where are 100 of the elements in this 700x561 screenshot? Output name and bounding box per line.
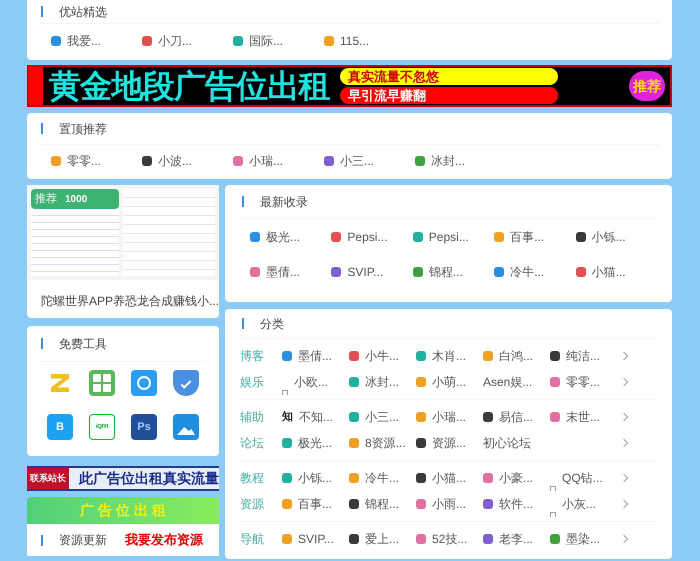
site-logo-icon: [250, 232, 260, 242]
site-logo-icon: [550, 377, 560, 387]
site-logo-icon: [349, 377, 359, 387]
tool-app-icon[interactable]: [131, 370, 157, 396]
site-link[interactable]: 纯洁...: [566, 347, 600, 365]
ad-tag: 联系站长: [27, 468, 69, 489]
site-link[interactable]: 墨染...: [566, 530, 600, 548]
site-logo-icon: [282, 499, 292, 509]
site-link[interactable]: 墨倩...: [298, 347, 332, 365]
site-link[interactable]: 小欧...: [294, 373, 328, 391]
ad-slogan: 真实流量不忽悠: [340, 68, 558, 85]
site-logo-icon: [349, 438, 359, 448]
site-logo-icon: [282, 438, 292, 448]
site-link[interactable]: 小波...: [158, 152, 192, 170]
site-link[interactable]: 8资源...: [365, 434, 406, 452]
tool-app-icon[interactable]: [173, 414, 199, 440]
site-link[interactable]: 我爱...: [67, 32, 102, 50]
site-link[interactable]: 小刀...: [158, 32, 192, 50]
site-link[interactable]: 木肖...: [432, 347, 466, 365]
publish-link[interactable]: 我要发布资源: [125, 530, 203, 550]
section-title: 最新收录: [260, 194, 308, 210]
heading-marker: [41, 338, 43, 349]
site-link[interactable]: 易信...: [499, 408, 534, 426]
tool-app-icon[interactable]: [89, 370, 115, 396]
site-link[interactable]: 小瑞...: [432, 408, 466, 426]
site-link[interactable]: 爱上...: [365, 530, 400, 548]
site-link[interactable]: 冰封...: [365, 373, 400, 391]
site-link[interactable]: 锦程...: [428, 262, 463, 280]
site-link[interactable]: 极光...: [298, 434, 332, 452]
site-logo-icon: [483, 473, 493, 483]
site-link[interactable]: 老李...: [499, 530, 534, 548]
ad-banner[interactable]: 黄金地段广告位出租 真实流量不忽悠 早引流早赚翻 推荐: [27, 65, 672, 107]
site-logo-icon: [349, 412, 359, 422]
site-link[interactable]: 小铄...: [592, 228, 626, 246]
site-logo-icon: [416, 377, 426, 387]
site-link[interactable]: 小豪...: [499, 469, 534, 487]
broken-image-icon: [550, 486, 556, 491]
site-logo-icon: [416, 473, 426, 483]
ad-badge: 推荐: [629, 71, 665, 101]
section-title: 优站精选: [59, 4, 107, 20]
site-logo-icon: [550, 351, 560, 361]
site-link[interactable]: 小猫...: [592, 262, 626, 280]
site-link[interactable]: 小灰...: [562, 495, 596, 513]
site-link[interactable]: 百事...: [298, 495, 332, 513]
ad-text: 广 告 位 出 租: [80, 501, 166, 520]
site-link[interactable]: Asen娱...: [483, 373, 532, 391]
site-logo-icon: [483, 499, 493, 509]
site-link[interactable]: 零零...: [566, 373, 600, 391]
post-title[interactable]: 陀螺世界APP养恐龙合成赚钱小...: [27, 292, 219, 310]
site-link[interactable]: 百事...: [510, 228, 544, 246]
site-link[interactable]: Pepsi...: [428, 228, 469, 246]
heading-marker: [41, 123, 43, 134]
site-link[interactable]: 末世...: [566, 408, 600, 426]
site-logo-icon: [331, 266, 342, 276]
site-link[interactable]: 初心论坛: [483, 434, 531, 452]
site-link[interactable]: 小猫...: [432, 469, 466, 487]
tool-app-icon[interactable]: Ps: [131, 414, 157, 440]
site-logo-icon: [51, 156, 61, 166]
site-logo-icon: [416, 438, 426, 448]
site-logo-icon: [412, 232, 423, 242]
site-link[interactable]: 小三...: [365, 408, 400, 426]
site-logo-icon: [416, 534, 426, 544]
site-link[interactable]: 冰封...: [431, 152, 466, 170]
site-link[interactable]: 小萌...: [432, 373, 466, 391]
site-link[interactable]: QQ钻...: [562, 469, 603, 487]
site-link[interactable]: 小三...: [340, 152, 374, 170]
site-link[interactable]: 资源...: [432, 434, 466, 452]
site-link[interactable]: 国际...: [249, 32, 284, 50]
site-logo-icon: [415, 156, 425, 166]
site-logo-icon: [483, 534, 493, 544]
site-link[interactable]: Pepsi...: [347, 228, 388, 246]
site-link[interactable]: 115...: [340, 32, 370, 50]
heading-marker: [242, 196, 244, 207]
site-link[interactable]: SVIP...: [298, 530, 334, 548]
site-logo-icon: [494, 266, 504, 276]
site-logo-icon: [416, 412, 426, 422]
site-link[interactable]: 小铄...: [298, 469, 332, 487]
site-link[interactable]: 52技...: [432, 530, 468, 548]
site-logo-icon: [576, 266, 586, 276]
ad-headline: 黄金地段广告位出租: [49, 70, 330, 102]
site-link[interactable]: 小牛...: [365, 347, 400, 365]
site-link[interactable]: 冷牛...: [510, 262, 544, 280]
site-link[interactable]: 软件...: [499, 495, 534, 513]
ad-banner[interactable]: 联系站长 此广告位出租真实流量: [27, 466, 219, 491]
site-link[interactable]: 墨倩...: [266, 262, 300, 280]
site-link[interactable]: 小雨...: [432, 495, 466, 513]
site-logo-icon: [282, 351, 292, 361]
site-logo-icon: [142, 156, 152, 166]
heading-marker: [41, 534, 43, 546]
site-logo-icon: [51, 36, 61, 46]
site-link[interactable]: 白鸿...: [499, 347, 534, 365]
site-link[interactable]: 小瑞...: [249, 152, 284, 170]
site-link[interactable]: SVIP...: [347, 262, 384, 280]
site-link[interactable]: 冷牛...: [365, 469, 400, 487]
site-link[interactable]: 锦程...: [365, 495, 400, 513]
tool-app-icon[interactable]: [173, 370, 199, 396]
site-link[interactable]: 极光...: [266, 228, 300, 246]
site-link[interactable]: 零零...: [67, 152, 102, 170]
section-title: 资源更新: [59, 532, 107, 549]
site-link[interactable]: 不知...: [299, 408, 334, 426]
